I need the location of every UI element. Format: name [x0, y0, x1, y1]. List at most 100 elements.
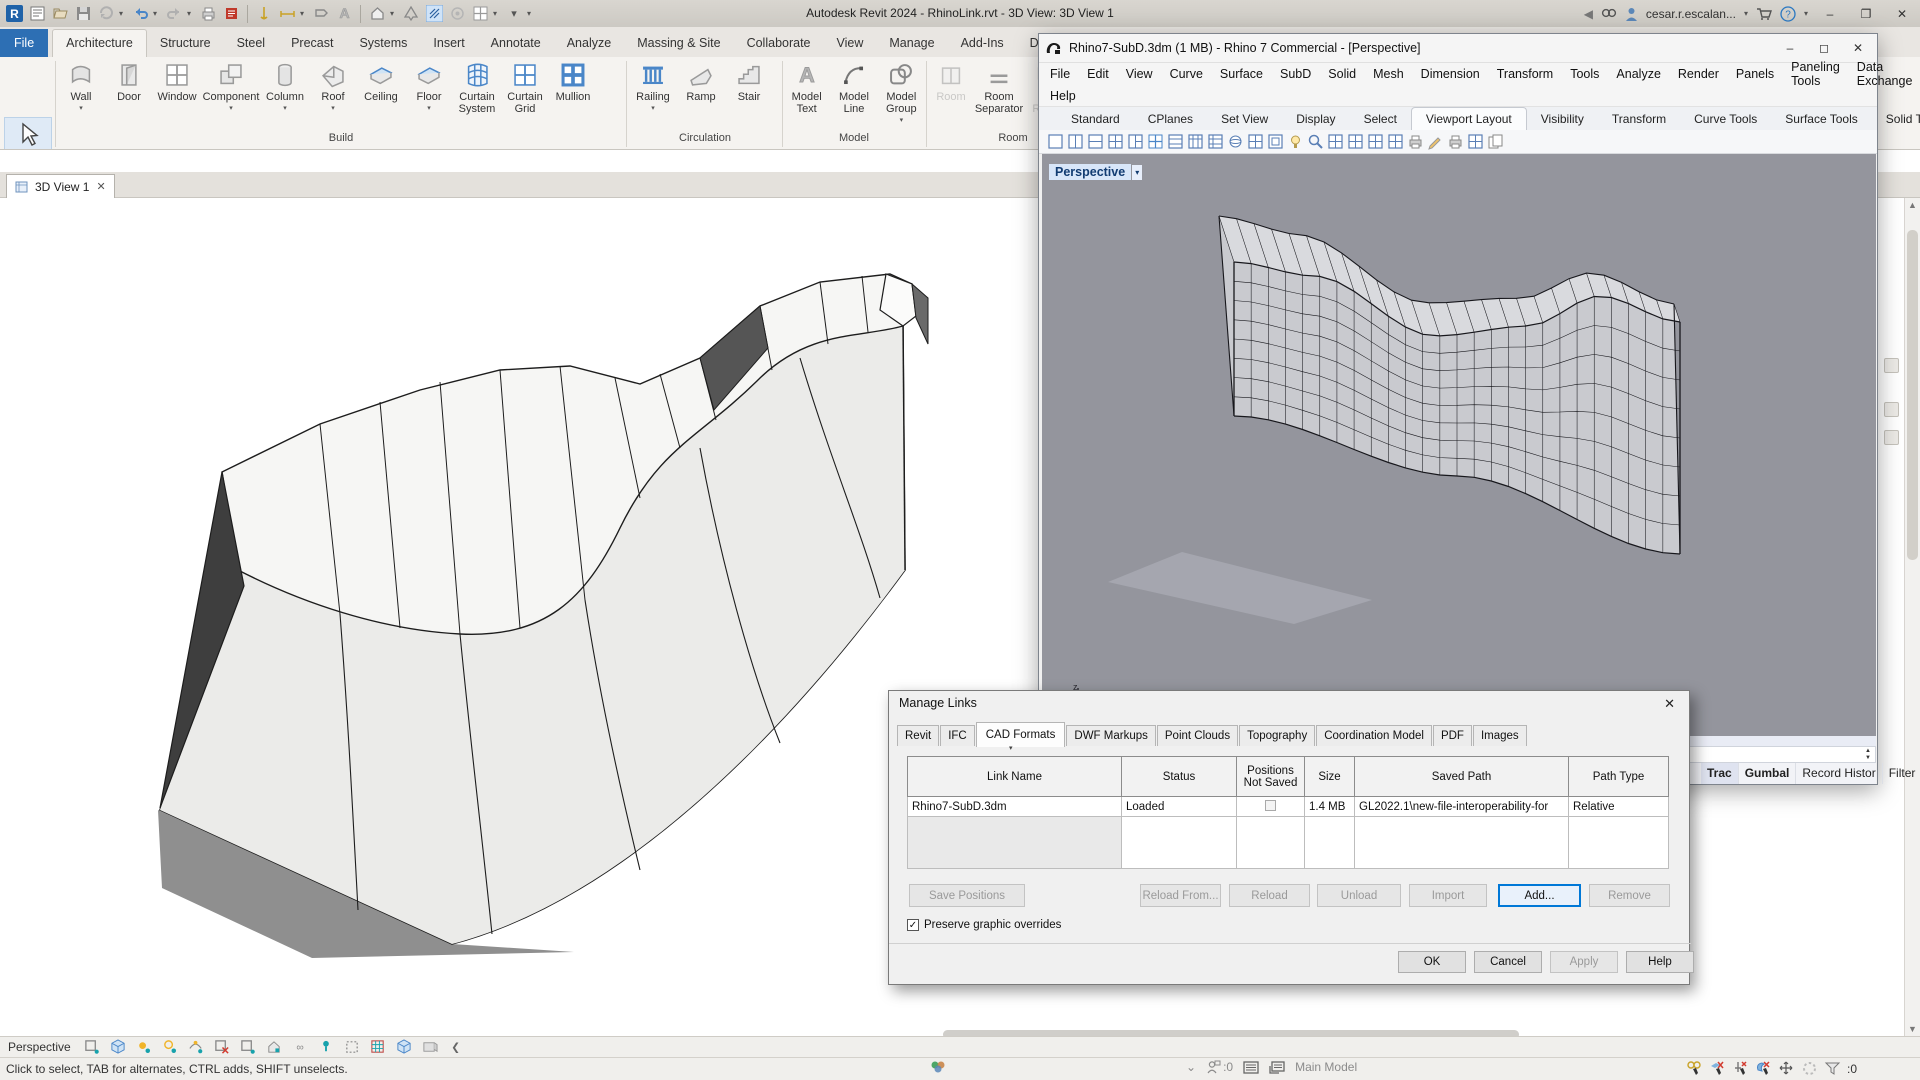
selection-box-icon[interactable]: [344, 1040, 361, 1055]
rhino-status-filter[interactable]: Filter: [1883, 763, 1920, 784]
save-icon[interactable]: [73, 4, 93, 24]
link-row[interactable]: Rhino7-SubD.3dmLoaded1.4 MBGL2022.1\new-…: [908, 797, 1669, 817]
editable-only-icon[interactable]: [1206, 1060, 1221, 1074]
sync-icon[interactable]: [96, 4, 116, 24]
unlocked-3d-icon[interactable]: [396, 1040, 413, 1055]
lamp-icon[interactable]: [1287, 133, 1304, 150]
help-caret-icon[interactable]: ▾: [1804, 9, 1808, 18]
vp-cells-icon[interactable]: [1207, 133, 1224, 150]
caret-down-icon[interactable]: ▾: [331, 103, 335, 115]
rhino-tab-visibility[interactable]: Visibility: [1527, 108, 1598, 130]
tool-ceiling[interactable]: Ceiling: [358, 60, 404, 103]
rhino-perspective-viewport[interactable]: Perspective ▾ z y x: [1042, 154, 1876, 736]
ribbon-tab-annotate[interactable]: Annotate: [478, 30, 554, 57]
rhino-menu-file[interactable]: File: [1050, 67, 1070, 81]
vp-grid-icon[interactable]: [1147, 133, 1164, 150]
caret-down-icon[interactable]: ▾: [119, 9, 127, 18]
temporary-view-icon[interactable]: [422, 1040, 439, 1055]
tool-curtain-system[interactable]: Curtain System: [454, 60, 500, 115]
file-tab-icon[interactable]: [27, 4, 47, 24]
measure-icon[interactable]: [254, 4, 274, 24]
pencil-icon[interactable]: [1427, 133, 1444, 150]
select-pinned-icon[interactable]: [1732, 1060, 1749, 1077]
ribbon-tab-add-ins[interactable]: Add-Ins: [948, 30, 1017, 57]
thin-lines-icon[interactable]: [424, 4, 444, 24]
crop-size-icon[interactable]: [84, 1040, 101, 1055]
redo-icon[interactable]: [164, 4, 184, 24]
ribbon-tab-collaborate[interactable]: Collaborate: [734, 30, 824, 57]
caret-down-icon[interactable]: ▾: [153, 9, 161, 18]
vp-rows-icon[interactable]: [1167, 133, 1184, 150]
revit-logo-icon[interactable]: R: [4, 4, 24, 24]
cell-path-type[interactable]: Relative: [1569, 797, 1669, 817]
render-icon[interactable]: [447, 4, 467, 24]
rhino-menu-analyze[interactable]: Analyze: [1616, 67, 1660, 81]
column-header-link-name[interactable]: Link Name: [908, 757, 1122, 797]
rhino-tab-standard[interactable]: Standard: [1057, 108, 1134, 130]
view-scale-label[interactable]: Perspective: [8, 1040, 71, 1054]
search-collapse-icon[interactable]: ◀: [1584, 7, 1593, 21]
rotate-vp-icon[interactable]: [1247, 133, 1264, 150]
rhino-tab-select[interactable]: Select: [1350, 108, 1411, 130]
caret-down-icon[interactable]: ▾: [187, 9, 195, 18]
design-options-icon[interactable]: [1269, 1061, 1285, 1074]
ribbon-tab-analyze[interactable]: Analyze: [554, 30, 624, 57]
rhino-menu-tools[interactable]: Tools: [1570, 67, 1599, 81]
add-button[interactable]: Add...: [1498, 884, 1581, 907]
positions-not-saved-checkbox[interactable]: [1237, 797, 1305, 817]
links-table[interactable]: Link NameStatusPositionsNot SavedSizeSav…: [907, 756, 1669, 869]
help-button[interactable]: Help: [1626, 951, 1694, 973]
steering-wheel-icon[interactable]: [1884, 402, 1899, 417]
text-icon[interactable]: A: [334, 4, 354, 24]
ribbon-tab-massing-site[interactable]: Massing & Site: [624, 30, 733, 57]
page-icon[interactable]: [1367, 133, 1384, 150]
analysis-display-icon[interactable]: [370, 1040, 387, 1055]
rhino-status-trac[interactable]: Trac: [1701, 763, 1739, 784]
rhino-status-record-histor[interactable]: Record Histor: [1796, 763, 1882, 784]
ribbon-tab-systems[interactable]: Systems: [346, 30, 420, 57]
tool-floor[interactable]: Floor▾: [406, 60, 452, 115]
crop-region-icon[interactable]: [240, 1040, 257, 1055]
rhino-tab-cplanes[interactable]: CPlanes: [1134, 108, 1207, 130]
rhino-menu-transform[interactable]: Transform: [1497, 67, 1554, 81]
tool-mullion[interactable]: Mullion: [550, 60, 596, 103]
print-icon[interactable]: [198, 4, 218, 24]
crop-off-icon[interactable]: [214, 1040, 231, 1055]
transfer-icon[interactable]: [221, 4, 241, 24]
reveal-hidden-icon[interactable]: [318, 1040, 335, 1055]
tool-roof[interactable]: Roof▾: [310, 60, 356, 115]
worksets-caret-icon[interactable]: ⌄: [1186, 1060, 1196, 1074]
dialog-tab-images[interactable]: Images: [1473, 725, 1527, 746]
switch-windows-icon[interactable]: [470, 4, 490, 24]
minimize-button[interactable]: –: [1816, 4, 1844, 24]
signed-in-user[interactable]: cesar.r.escalan...: [1646, 7, 1736, 21]
link-vp-icon[interactable]: [1347, 133, 1364, 150]
dialog-tab-ifc[interactable]: IFC: [940, 725, 975, 746]
viewport-menu-caret-icon[interactable]: ▾: [1132, 165, 1142, 180]
cancel-button[interactable]: Cancel: [1474, 951, 1542, 973]
select-underlay-icon[interactable]: [1709, 1060, 1726, 1077]
tag-icon[interactable]: [311, 4, 331, 24]
vp-wide-icon[interactable]: [1087, 133, 1104, 150]
pages-icon[interactable]: [1487, 133, 1504, 150]
ribbon-tab-structure[interactable]: Structure: [147, 30, 224, 57]
undo-icon[interactable]: [130, 4, 150, 24]
rhino-menu-panels[interactable]: Panels: [1736, 67, 1774, 81]
caret-down-icon[interactable]: ▾: [283, 103, 287, 115]
viewport-title[interactable]: Perspective ▾: [1049, 164, 1142, 180]
app-store-icon[interactable]: [1756, 7, 1772, 20]
ribbon-tab-steel[interactable]: Steel: [224, 30, 279, 57]
rhino-menu-mesh[interactable]: Mesh: [1373, 67, 1404, 81]
rhino-menu-curve[interactable]: Curve: [1170, 67, 1203, 81]
layout-icon[interactable]: [1387, 133, 1404, 150]
cell-status[interactable]: Loaded: [1122, 797, 1237, 817]
view-tab-close-icon[interactable]: ✕: [96, 180, 105, 193]
cell-saved-path[interactable]: GL2022.1\new-file-interoperability-for: [1355, 797, 1569, 817]
rhino-maximize-button[interactable]: ◻: [1807, 34, 1841, 61]
stereo-view-icon[interactable]: ∞: [292, 1040, 309, 1055]
command-spinner[interactable]: ▲▼: [1865, 748, 1871, 762]
customize-icon[interactable]: ▾: [504, 4, 524, 24]
vp-mini-icon[interactable]: [1267, 133, 1284, 150]
open-icon[interactable]: [50, 4, 70, 24]
preview-icon[interactable]: [1467, 133, 1484, 150]
